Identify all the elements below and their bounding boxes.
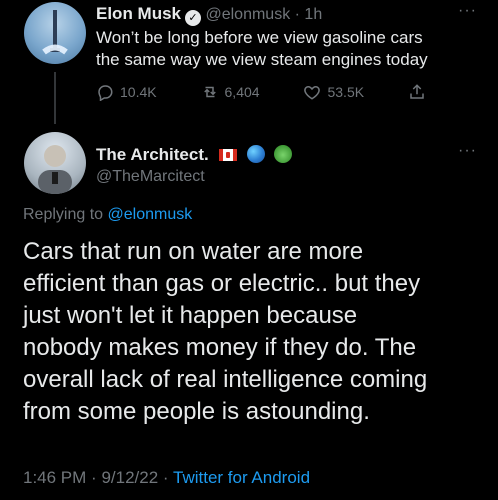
- thread-connector-line: [54, 72, 56, 124]
- tweet-actions-bar: 10.4K 6,404 53.5K: [96, 83, 426, 101]
- more-options-icon[interactable]: ···: [458, 142, 477, 160]
- avatar-elon-musk[interactable]: [24, 2, 86, 64]
- rocket-launch-icon: [42, 10, 68, 55]
- reply-body-line: just won't let it happen because: [23, 302, 358, 329]
- time-separator: ·: [294, 6, 300, 23]
- like-count: 53.5K: [327, 84, 365, 100]
- author-handle[interactable]: @elonmusk: [205, 6, 290, 23]
- replying-to-prefix: Replying to: [23, 206, 104, 223]
- reply-author-row: The Architect.: [96, 145, 293, 165]
- replying-to-line: Replying to @elonmusk: [23, 206, 192, 224]
- profile-photo-icon: [38, 145, 72, 194]
- meta-separator: ·: [91, 468, 97, 487]
- reply-body: Cars that run on water are more efficien…: [23, 236, 483, 428]
- reply-body-line: Cars that run on water are more: [23, 238, 364, 265]
- retweet-icon: [203, 86, 216, 98]
- reply-body-line: from some people is astounding.: [23, 398, 370, 425]
- canada-flag-icon: [219, 149, 238, 161]
- reply-button[interactable]: 10.4K: [96, 83, 157, 101]
- tweet-text-line: Won’t be long before we view gasoline ca…: [96, 28, 423, 47]
- reply-body-line: overall lack of real intelligence coming: [23, 366, 428, 393]
- globe-icon: [246, 145, 265, 163]
- share-icon: [410, 84, 424, 99]
- tweet-date[interactable]: 9/12/22: [101, 468, 158, 487]
- tweet-meta: 1:46 PM · 9/12/22 · Twitter for Android: [23, 468, 310, 488]
- reply-count: 10.4K: [120, 84, 157, 100]
- tweet-time[interactable]: 1:46 PM: [23, 468, 86, 487]
- like-button[interactable]: 53.5K: [303, 83, 364, 101]
- reply-body-line: efficient than gas or electric.. but the…: [23, 270, 421, 297]
- meta-separator: ·: [162, 468, 169, 487]
- elon-author-row: Elon Musk ✓ @elonmusk · 1h: [96, 4, 322, 26]
- tweet-time[interactable]: 1h: [304, 6, 322, 23]
- avatar-the-architect[interactable]: [24, 132, 86, 194]
- heart-icon: [304, 85, 321, 100]
- retweet-count: 6,404: [224, 84, 260, 100]
- tweet-text: Won’t be long before we view gasoline ca…: [96, 27, 476, 71]
- reply-body-line: nobody makes money if they do. The: [23, 334, 417, 361]
- frog-icon: [274, 145, 293, 163]
- author-name[interactable]: Elon Musk: [96, 4, 181, 23]
- replying-to-handle[interactable]: @elonmusk: [108, 206, 193, 223]
- retweet-button[interactable]: 6,404: [201, 83, 260, 101]
- tweet-source-link[interactable]: Twitter for Android: [173, 468, 310, 487]
- reply-icon: [98, 85, 113, 101]
- tweet-text-line: the same way we view steam engines today: [96, 50, 428, 69]
- author-handle[interactable]: @TheMarcitect: [96, 168, 205, 186]
- author-name[interactable]: The Architect.: [96, 145, 209, 164]
- verified-badge-icon: ✓: [185, 10, 202, 26]
- more-options-icon[interactable]: ···: [458, 2, 477, 20]
- share-button[interactable]: [408, 83, 426, 101]
